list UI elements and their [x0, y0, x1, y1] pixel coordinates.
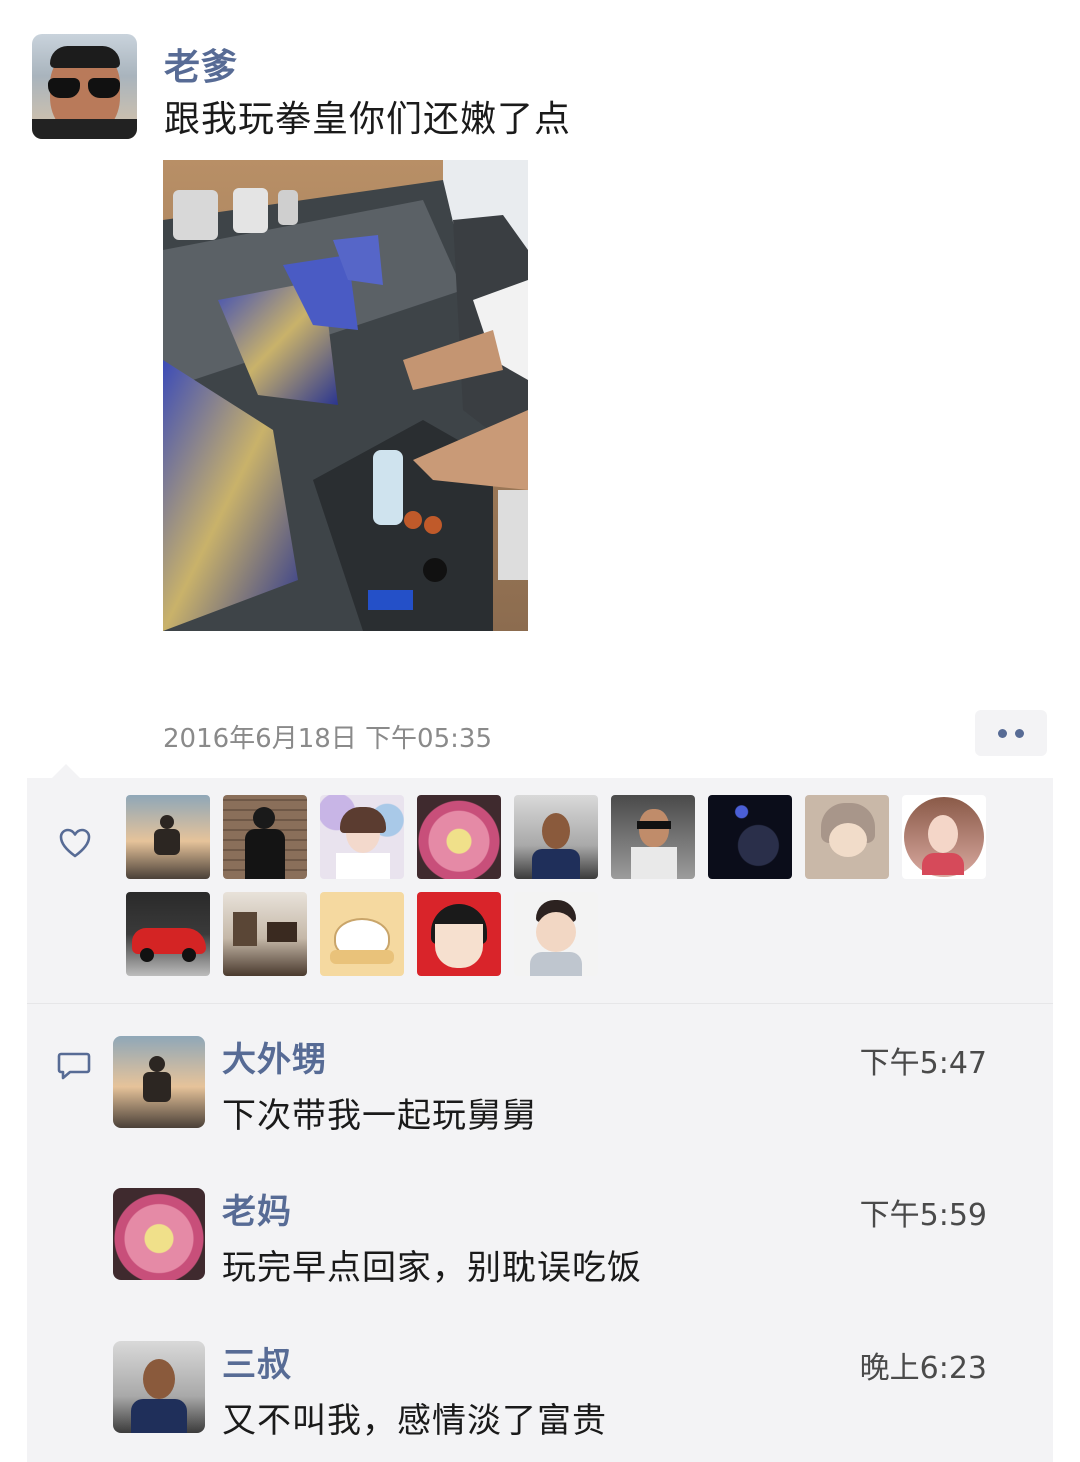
likes-comments-divider	[27, 1003, 1053, 1004]
comment-avatar[interactable]	[113, 1188, 205, 1280]
like-avatar-woman-circle[interactable]	[902, 795, 986, 879]
like-avatar-cartoon-girl-red[interactable]	[417, 892, 501, 976]
like-avatar-man-garage[interactable]	[514, 795, 598, 879]
comment-author-name[interactable]: 老妈	[222, 1184, 292, 1233]
like-avatar-sunset-sitting-person[interactable]	[126, 795, 210, 879]
post-timestamp: 2016年6月18日 下午05:35	[163, 724, 492, 754]
comment-bubble-icon	[57, 1052, 91, 1080]
comment-text[interactable]: 玩完早点回家，别耽误吃饭	[222, 1240, 642, 1289]
like-avatar-little-boy[interactable]	[514, 892, 598, 976]
comment-author-name[interactable]: 三叔	[222, 1337, 292, 1386]
post-text: 跟我玩拳皇你们还嫩了点	[164, 99, 572, 140]
like-avatar-girl-flowers[interactable]	[320, 795, 404, 879]
like-avatar-person-brick-wall[interactable]	[223, 795, 307, 879]
comment-author-name[interactable]: 大外甥	[222, 1032, 327, 1081]
like-avatar-man-sunglasses-car[interactable]	[611, 795, 695, 879]
like-avatar-lotus-flower[interactable]	[417, 795, 501, 879]
arcade-photo-illustration	[163, 160, 528, 631]
author-name[interactable]: 老爹	[164, 38, 238, 90]
post-photo[interactable]	[163, 160, 528, 631]
like-avatar-baby-hat[interactable]	[805, 795, 889, 879]
comment-text[interactable]: 又不叫我，感情淡了富贵	[222, 1393, 607, 1442]
more-dots-icon-dot	[1015, 728, 1024, 738]
panel-arrow	[52, 764, 80, 778]
moments-post: 老爹 跟我玩拳皇你们还嫩了点 2016年6月18日 下午05:35 大外甥 下午…	[0, 0, 1080, 1462]
author-avatar[interactable]	[32, 34, 137, 139]
heart-outline-icon	[59, 828, 91, 858]
more-button[interactable]	[975, 710, 1047, 756]
comment-time: 晚上6:23	[859, 1351, 987, 1386]
comment-time: 下午5:47	[859, 1046, 987, 1081]
comment-avatar[interactable]	[113, 1341, 205, 1433]
like-avatar-room-interior[interactable]	[223, 892, 307, 976]
like-avatar-dark-night[interactable]	[708, 795, 792, 879]
like-avatar-red-sports-car[interactable]	[126, 892, 210, 976]
comment-text[interactable]: 下次带我一起玩舅舅	[222, 1088, 537, 1137]
like-avatar-cartoon-cat[interactable]	[320, 892, 404, 976]
comment-time: 下午5:59	[859, 1198, 987, 1233]
more-dots-icon	[998, 728, 1007, 738]
comment-avatar[interactable]	[113, 1036, 205, 1128]
